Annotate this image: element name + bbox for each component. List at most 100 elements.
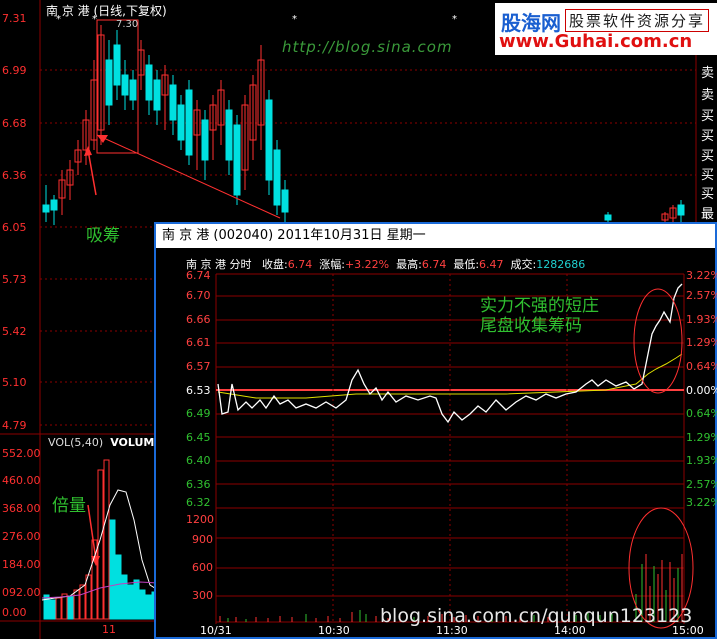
intraday-pct-label: 1.29% bbox=[686, 431, 717, 444]
intraday-pct-label: 0.00% bbox=[686, 384, 717, 397]
intraday-volume-label: 900 bbox=[192, 533, 213, 546]
intraday-volume-label: 600 bbox=[192, 561, 213, 574]
candle-body bbox=[153, 79, 161, 111]
candle-body bbox=[42, 204, 50, 213]
volume-bar bbox=[139, 589, 146, 620]
candle-body bbox=[233, 124, 241, 196]
annotation-absorb: 吸筹 bbox=[86, 226, 120, 246]
volume-axis-label: 460.00 bbox=[2, 474, 41, 487]
candle-body bbox=[129, 79, 137, 101]
star-marker: * bbox=[452, 14, 457, 25]
candle-body bbox=[265, 99, 273, 181]
sidebar-item-sell[interactable]: 卖 bbox=[701, 84, 714, 103]
volume-axis-label: 0.00 bbox=[2, 606, 27, 619]
candle-body bbox=[677, 204, 685, 216]
candle-body bbox=[145, 64, 153, 101]
absorb-arrow bbox=[87, 149, 97, 196]
intraday-pct-label: 2.57% bbox=[686, 478, 717, 491]
intraday-time-label: 10/31 bbox=[200, 624, 232, 637]
intraday-pct-label: 1.29% bbox=[686, 336, 717, 349]
intraday-price-label: 6.74 bbox=[186, 269, 211, 282]
site-logo: 股海网 股票软件资源分享 www.Guhai.com.cn bbox=[495, 3, 717, 55]
volume-axis-label: 184.00 bbox=[2, 558, 41, 571]
intraday-price-label: 6.36 bbox=[186, 478, 211, 491]
intraday-time-label: 10:30 bbox=[318, 624, 350, 637]
intraday-price-label: 6.32 bbox=[186, 496, 211, 509]
intraday-pct-label: 1.93% bbox=[686, 454, 717, 467]
candle-body bbox=[281, 189, 289, 213]
intraday-price-label: 6.66 bbox=[186, 313, 211, 326]
intraday-price-label: 6.40 bbox=[186, 454, 211, 467]
date-axis-label: 11 bbox=[102, 623, 116, 636]
volume-axis-label: 276.00 bbox=[2, 530, 41, 543]
intraday-price-label: 6.49 bbox=[186, 407, 211, 420]
volume-bar bbox=[73, 589, 80, 620]
candle-body bbox=[273, 149, 281, 206]
bottom-watermark: blog.sina.com.cn/qunqun123123 bbox=[380, 605, 693, 627]
intraday-pct-label: 0.64% bbox=[686, 407, 717, 420]
intraday-volume-label: 1200 bbox=[186, 513, 214, 526]
price-axis-label: 5.73 bbox=[2, 273, 27, 286]
volume-bar bbox=[49, 599, 56, 620]
sidebar-item-sell[interactable]: 卖 bbox=[701, 62, 714, 81]
stock-title: 南 京 港 (日线,下复权) bbox=[46, 4, 167, 18]
annotation-double-volume: 倍量 bbox=[52, 496, 86, 516]
sidebar-item-buy[interactable]: 买 bbox=[701, 164, 714, 183]
candle-body bbox=[105, 59, 113, 106]
sidebar-item-buy[interactable]: 买 bbox=[701, 105, 714, 124]
price-axis-label: 6.05 bbox=[2, 221, 27, 234]
volume-axis-label: 552.00 bbox=[2, 447, 41, 460]
price-axis-label: 4.79 bbox=[2, 419, 27, 432]
intraday-pct-label: 0.64% bbox=[686, 360, 717, 373]
candle-body bbox=[121, 74, 129, 96]
price-axis-label: 5.10 bbox=[2, 376, 27, 389]
intraday-pct-label: 2.57% bbox=[686, 289, 717, 302]
volume-bar bbox=[55, 597, 62, 620]
sidebar-item-buy[interactable]: 买 bbox=[701, 183, 714, 202]
intraday-price-label: 6.45 bbox=[186, 431, 211, 444]
volume-bar bbox=[103, 459, 110, 620]
intraday-pct-label: 3.22% bbox=[686, 269, 717, 282]
candle-body bbox=[50, 199, 58, 211]
volume-bar bbox=[109, 519, 116, 620]
candle-body bbox=[225, 109, 233, 161]
volume-bar bbox=[79, 584, 86, 620]
intraday-popup-window[interactable]: 南 京 港 (002040) 2011年10月31日 星期一 南 京 港 分时 … bbox=[154, 222, 717, 639]
logo-slogan: 股票软件资源分享 bbox=[565, 9, 710, 32]
volume-header: VOL(5,40) VOLUM bbox=[48, 436, 155, 449]
price-axis-label: 6.99 bbox=[2, 64, 27, 77]
star-marker: * bbox=[92, 14, 97, 25]
candle-body bbox=[201, 119, 209, 161]
candle-body bbox=[113, 44, 121, 86]
intraday-price-label: 6.70 bbox=[186, 289, 211, 302]
price-axis-label: 6.36 bbox=[2, 169, 27, 182]
intraday-price-label: 6.61 bbox=[186, 336, 211, 349]
volume-bar bbox=[121, 574, 128, 620]
volume-axis-label: 092.00 bbox=[2, 586, 41, 599]
annotation-weak-dealer: 实力不强的短庄 尾盘收集筹码 bbox=[480, 296, 599, 336]
sidebar-item-buy[interactable]: 买 bbox=[701, 125, 714, 144]
volume-axis-label: 368.00 bbox=[2, 502, 41, 515]
high-marker: 7.30 bbox=[116, 19, 139, 30]
sidebar-item-buy[interactable]: 买 bbox=[701, 145, 714, 164]
star-marker: * bbox=[292, 14, 297, 25]
blog-watermark: http://blog.sina.com bbox=[282, 38, 453, 56]
candle-body bbox=[177, 104, 185, 141]
highlight-ellipse-price bbox=[633, 288, 683, 394]
intraday-pct-label: 3.22% bbox=[686, 496, 717, 509]
volume-bar bbox=[133, 579, 140, 620]
volume-bar bbox=[67, 595, 74, 620]
price-axis-label: 7.31 bbox=[2, 12, 27, 25]
volume-bar bbox=[85, 574, 92, 620]
volume-bar bbox=[115, 554, 122, 620]
intraday-pct-label: 1.93% bbox=[686, 313, 717, 326]
candle-body bbox=[185, 89, 193, 156]
volume-bar bbox=[61, 593, 68, 620]
intraday-price-label: 6.57 bbox=[186, 360, 211, 373]
sidebar-item-high[interactable]: 最 bbox=[701, 203, 714, 222]
candle-body bbox=[169, 84, 177, 121]
intraday-chart[interactable] bbox=[156, 224, 715, 637]
intraday-price-label: 6.53 bbox=[186, 384, 211, 397]
candle-body bbox=[604, 214, 612, 221]
star-marker: * bbox=[56, 14, 61, 25]
